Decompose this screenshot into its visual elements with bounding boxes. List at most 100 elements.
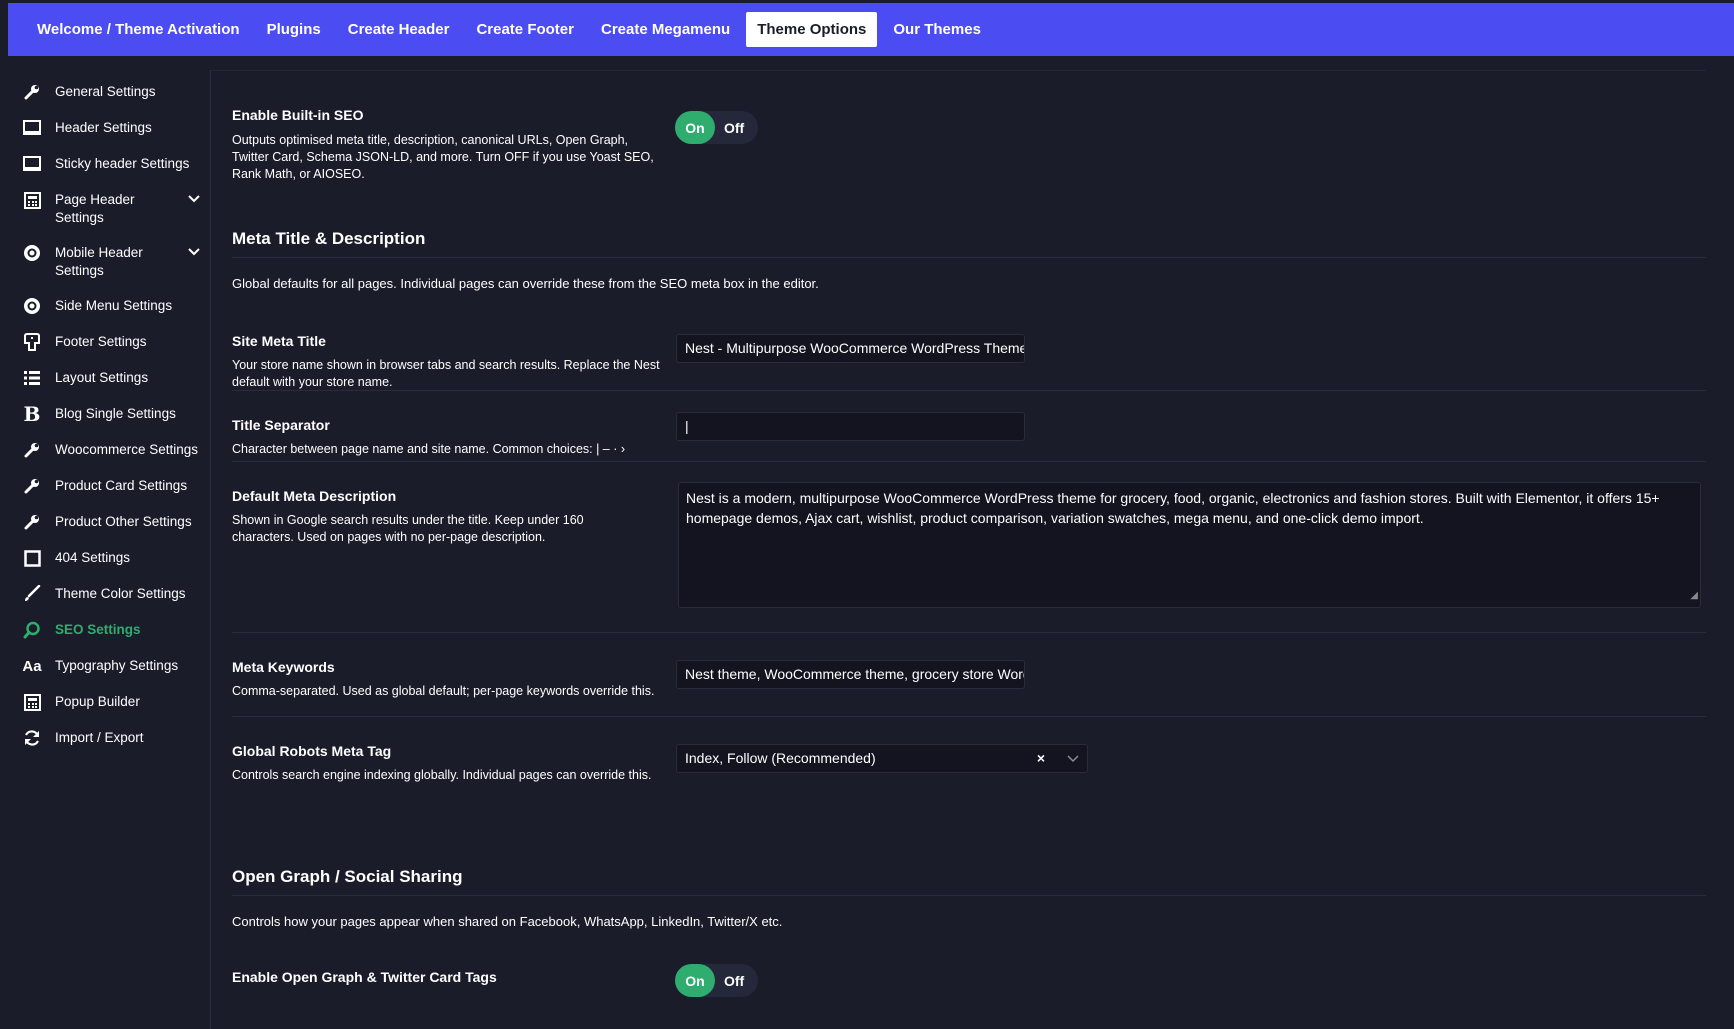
divider — [232, 461, 1706, 462]
sidebar-item-404[interactable]: 404 Settings — [8, 548, 210, 568]
builtin-seo-toggle[interactable]: On Off — [675, 111, 758, 144]
sidebar-item-label: General Settings — [55, 84, 156, 99]
sidebar-item-blog-single[interactable]: B Blog Single Settings — [8, 402, 210, 426]
title-separator-label: Title Separator — [232, 417, 330, 433]
og-enable-label: Enable Open Graph & Twitter Card Tags — [232, 969, 497, 985]
divider — [232, 632, 1706, 633]
wrench-icon — [22, 440, 42, 460]
sidebar-item-label: Side Menu Settings — [55, 298, 173, 313]
sidebar-item-label: Page Header Settings — [55, 192, 135, 225]
sidebar-item-import-export[interactable]: Import / Export — [8, 728, 210, 748]
sidebar-item-general[interactable]: General Settings — [8, 82, 210, 102]
default-meta-description-desc: Shown in Google search results under the… — [232, 513, 584, 544]
window-icon — [22, 118, 42, 138]
meta-keywords-label: Meta Keywords — [232, 659, 335, 675]
sidebar-item-side-menu[interactable]: Side Menu Settings — [8, 296, 210, 316]
textarea-value: Nest is a modern, multipurpose WooCommer… — [686, 490, 1660, 526]
wrench-icon — [22, 512, 42, 532]
og-section-title: Open Graph / Social Sharing — [232, 867, 463, 886]
site-meta-title-input[interactable]: Nest - Multipurpose WooCommerce WordPres… — [676, 334, 1025, 363]
sidebar-item-page-header[interactable]: Page Header Settings — [8, 190, 210, 227]
square-icon — [22, 548, 42, 568]
sidebar-item-label: SEO Settings — [55, 622, 141, 637]
tab-plugins[interactable]: Plugins — [256, 12, 332, 47]
sidebar-item-theme-color[interactable]: Theme Color Settings — [8, 584, 210, 604]
divider — [232, 716, 1706, 717]
chevron-down-icon[interactable] — [188, 245, 200, 259]
sidebar-item-mobile-header[interactable]: Mobile Header Settings — [8, 243, 210, 280]
robots-meta-desc: Controls search engine indexing globally… — [232, 768, 652, 782]
window-icon — [22, 154, 42, 174]
toggle-on[interactable]: On — [675, 111, 715, 144]
calculator-icon — [22, 190, 42, 210]
refresh-icon — [22, 728, 42, 748]
meta-keywords-input[interactable]: Nest theme, WooCommerce theme, grocery s… — [676, 660, 1025, 689]
sidebar-item-label: Header Settings — [55, 120, 152, 135]
sidebar-item-label: Product Other Settings — [55, 514, 192, 529]
sidebar-item-woocommerce[interactable]: Woocommerce Settings — [8, 440, 210, 460]
sidebar-item-product-other[interactable]: Product Other Settings — [8, 512, 210, 532]
sidebar-item-header[interactable]: Header Settings — [8, 118, 210, 138]
sidebar-item-label: Typography Settings — [55, 658, 179, 673]
builtin-seo-label: Enable Built-in SEO — [232, 107, 364, 123]
sidebar: General Settings Header Settings Sticky … — [8, 70, 211, 1029]
meta-keywords-desc: Comma-separated. Used as global default;… — [232, 684, 655, 698]
sidebar-item-label: Popup Builder — [55, 694, 140, 709]
sidebar-item-layout[interactable]: Layout Settings — [8, 368, 210, 388]
meta-section-desc: Global defaults for all pages. Individua… — [232, 276, 819, 291]
circle-dot-icon — [22, 243, 42, 263]
robots-meta-select[interactable]: Index, Follow (Recommended) × — [676, 744, 1088, 773]
wrench-icon — [22, 82, 42, 102]
tab-create-header[interactable]: Create Header — [337, 12, 461, 47]
sidebar-item-label: Import / Export — [55, 730, 144, 745]
divider — [232, 257, 1706, 258]
sidebar-item-label: Theme Color Settings — [55, 586, 186, 601]
footer-icon — [22, 332, 42, 352]
sidebar-item-footer[interactable]: Footer Settings — [8, 332, 210, 352]
font-aa-icon: Aa — [22, 657, 42, 675]
sidebar-item-label: Layout Settings — [55, 370, 149, 385]
sidebar-item-seo[interactable]: SEO Settings — [8, 620, 210, 640]
sidebar-item-typography[interactable]: Aa Typography Settings — [8, 656, 210, 676]
seo-settings-panel: Enable Built-in SEO Outputs optimised me… — [212, 70, 1706, 1029]
og-section-desc: Controls how your pages appear when shar… — [232, 914, 783, 929]
toggle-off[interactable]: Off — [724, 973, 744, 989]
site-meta-title-label: Site Meta Title — [232, 333, 326, 349]
tab-create-megamenu[interactable]: Create Megamenu — [590, 12, 741, 47]
sidebar-item-label: Mobile Header Settings — [55, 245, 143, 278]
sidebar-item-popup-builder[interactable]: Popup Builder — [8, 692, 210, 712]
chevron-down-icon[interactable] — [188, 192, 200, 206]
resize-handle-icon[interactable]: ◢ — [1690, 586, 1698, 606]
sidebar-item-label: 404 Settings — [55, 550, 131, 565]
title-separator-input[interactable]: | — [676, 412, 1025, 441]
brush-icon — [22, 584, 42, 604]
default-meta-description-textarea[interactable]: Nest is a modern, multipurpose WooCommer… — [678, 482, 1701, 608]
sidebar-item-label: Sticky header Settings — [55, 156, 190, 171]
chevron-down-icon[interactable] — [1067, 745, 1079, 772]
bold-b-icon: B — [23, 402, 41, 426]
clear-icon[interactable]: × — [1037, 745, 1045, 772]
og-enable-toggle[interactable]: On Off — [675, 964, 758, 997]
divider — [232, 895, 1706, 896]
default-meta-description-label: Default Meta Description — [232, 488, 397, 504]
robots-selected-value: Index, Follow (Recommended) — [685, 750, 876, 766]
meta-section-title: Meta Title & Description — [232, 229, 426, 248]
sidebar-item-label: Footer Settings — [55, 334, 147, 349]
sidebar-item-label: Product Card Settings — [55, 478, 188, 493]
title-separator-desc: Character between page name and site nam… — [232, 442, 626, 456]
top-nav: Welcome / Theme Activation Plugins Creat… — [8, 3, 1734, 56]
circle-dot-icon — [22, 296, 42, 316]
toggle-on[interactable]: On — [675, 964, 715, 997]
toggle-off[interactable]: Off — [724, 120, 744, 136]
sidebar-item-sticky-header[interactable]: Sticky header Settings — [8, 154, 210, 174]
search-icon — [22, 620, 42, 640]
tab-welcome[interactable]: Welcome / Theme Activation — [26, 12, 251, 47]
tab-create-footer[interactable]: Create Footer — [465, 12, 585, 47]
tab-theme-options[interactable]: Theme Options — [746, 12, 878, 47]
tab-our-themes[interactable]: Our Themes — [882, 12, 992, 47]
sidebar-item-label: Woocommerce Settings — [55, 442, 199, 457]
robots-meta-label: Global Robots Meta Tag — [232, 743, 392, 759]
sidebar-item-product-card[interactable]: Product Card Settings — [8, 476, 210, 496]
site-meta-title-desc: Your store name shown in browser tabs an… — [232, 358, 660, 389]
sidebar-item-label: Blog Single Settings — [55, 406, 176, 421]
